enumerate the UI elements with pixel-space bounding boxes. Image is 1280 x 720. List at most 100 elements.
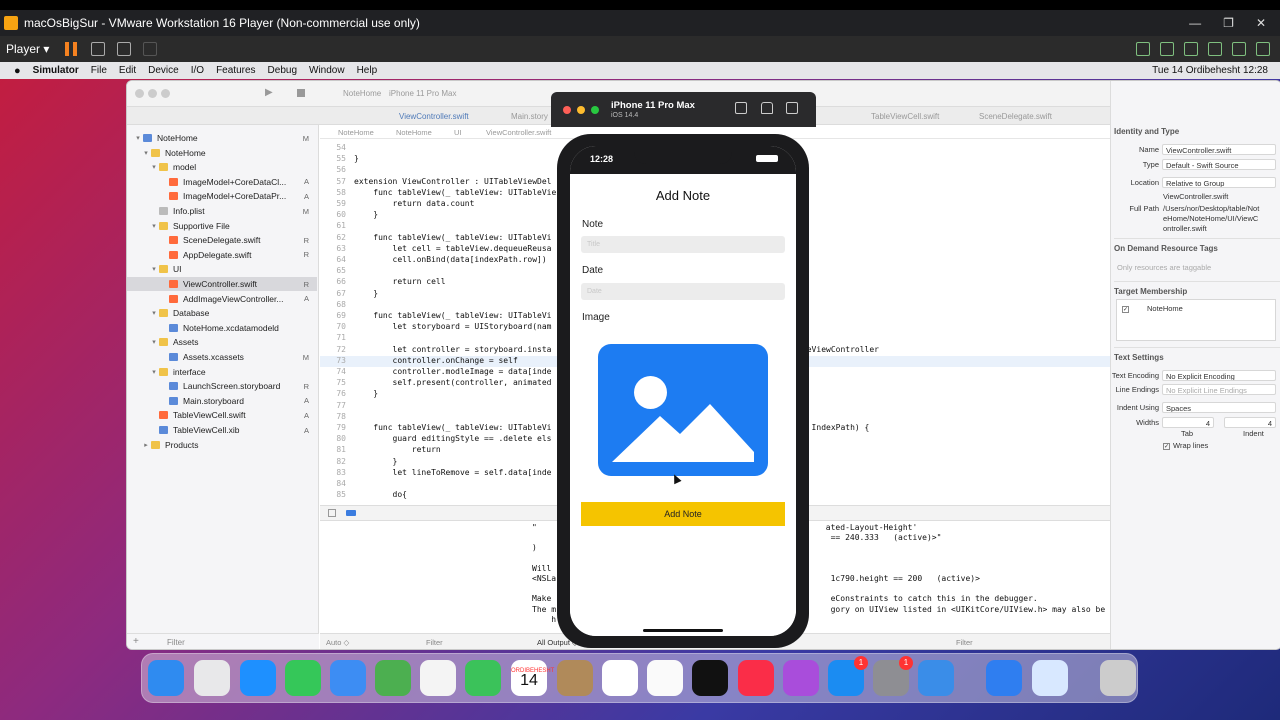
wrap-lines-checkbox[interactable]: ✓ Wrap lines [1163, 441, 1208, 450]
dock-contacts-icon[interactable] [557, 660, 593, 696]
tab-viewcontroller[interactable]: ViewController.swift [399, 112, 469, 121]
sim-zoom-button[interactable] [591, 106, 599, 114]
disclosure-chevron-icon[interactable]: ▾ [149, 338, 159, 346]
add-note-button[interactable]: Add Note [581, 502, 785, 526]
odr-tags-field[interactable]: Only resources are taggable [1117, 263, 1211, 272]
jump-item-group[interactable]: NoteHome [396, 128, 432, 137]
apple-menu-icon[interactable]: ● [14, 65, 21, 77]
navigator-item[interactable]: ImageModel+CoreDataCl... A [127, 175, 317, 189]
dock-facetime-icon[interactable] [465, 660, 501, 696]
navigator-item[interactable]: ▾ Supportive File [127, 219, 317, 233]
screenshot-icon[interactable] [735, 102, 747, 114]
dock-preview-icon[interactable] [1032, 660, 1068, 696]
dock-finder-icon[interactable] [148, 660, 184, 696]
dock-reminders-icon[interactable] [602, 660, 638, 696]
dock-maps-icon[interactable] [375, 660, 411, 696]
breakpoints-icon[interactable] [346, 510, 356, 516]
navigator-item[interactable]: NoteHome.xcdatamodeld [127, 321, 317, 335]
menu-io[interactable]: I/O [191, 65, 204, 76]
navigator-item[interactable]: ▸ Products [127, 438, 317, 452]
sim-close-button[interactable] [563, 106, 571, 114]
device-hdd-icon[interactable] [1136, 42, 1150, 56]
navigator-item[interactable]: ▾ Database [127, 306, 317, 320]
image-placeholder-icon[interactable] [598, 344, 768, 476]
disclosure-chevron-icon[interactable]: ▾ [149, 163, 159, 171]
hide-debug-icon[interactable] [328, 509, 336, 517]
send-ctrl-alt-del-icon[interactable] [91, 42, 106, 56]
indent-using-select[interactable]: Spaces [1162, 402, 1276, 413]
disclosure-chevron-icon[interactable]: ▾ [141, 149, 151, 157]
note-input[interactable]: Title [581, 236, 785, 253]
device-usb-icon[interactable] [1208, 42, 1222, 56]
dock-system-preferences-icon[interactable]: 1 [873, 656, 913, 696]
navigator-item[interactable]: ▾ Assets [127, 335, 317, 349]
window-minimize-button[interactable] [148, 89, 157, 98]
menu-edit[interactable]: Edit [119, 65, 136, 76]
navigator-item[interactable]: ▾ interface [127, 365, 317, 379]
device-cd-icon[interactable] [1160, 42, 1174, 56]
navigator-item[interactable]: ImageModel+CoreDataPr... A [127, 189, 317, 203]
dock-podcasts-icon[interactable] [783, 660, 819, 696]
disclosure-chevron-icon[interactable]: ▾ [149, 368, 159, 376]
pause-icon[interactable] [65, 42, 78, 56]
device-display-icon[interactable] [1256, 42, 1270, 56]
date-input[interactable]: Date [581, 283, 785, 300]
navigator-item[interactable]: Assets.xcassets M [127, 350, 317, 364]
location-select[interactable]: Relative to Group [1162, 177, 1276, 188]
menu-app[interactable]: Simulator [33, 65, 79, 76]
navigator-item[interactable]: ViewController.swift R [127, 277, 317, 291]
dock-apple-tv-icon[interactable] [692, 660, 728, 696]
navigator-item[interactable]: AddImageViewController... A [127, 292, 317, 306]
navigator-item[interactable]: ▾ UI [127, 262, 317, 276]
jump-item-folder[interactable]: UI [454, 128, 462, 137]
window-zoom-button[interactable] [161, 89, 170, 98]
tab-main-storyboard[interactable]: Main.story [511, 112, 548, 121]
scheme-selector[interactable]: NoteHome [343, 89, 381, 98]
disclosure-chevron-icon[interactable]: ▾ [133, 134, 143, 142]
dock-mail-icon[interactable] [330, 660, 366, 696]
sim-minimize-button[interactable] [577, 106, 585, 114]
dock-simulator-icon[interactable] [986, 660, 1022, 696]
text-encoding-select[interactable]: No Explicit Encoding [1162, 370, 1276, 381]
jump-item-file[interactable]: ViewController.swift [486, 128, 551, 137]
variables-filter-input[interactable]: Filter [426, 638, 443, 647]
run-icon[interactable]: ▶ [265, 87, 273, 98]
variables-scope-select[interactable]: Auto ◇ [326, 638, 349, 647]
navigator-item[interactable]: LaunchScreen.storyboard R [127, 379, 317, 393]
add-icon[interactable]: + [133, 636, 139, 647]
target-checkbox[interactable]: ✓ [1122, 304, 1132, 313]
disclosure-chevron-icon[interactable]: ▾ [149, 265, 159, 273]
dock-app-store-icon[interactable]: 1 [828, 656, 868, 696]
rotate-icon[interactable] [786, 102, 798, 114]
jump-item-project[interactable]: NoteHome [338, 128, 374, 137]
dock-photos-icon[interactable] [420, 660, 456, 696]
line-endings-select[interactable]: No Explicit Line Endings [1162, 384, 1276, 395]
stop-icon[interactable] [297, 89, 305, 97]
dock-messages-icon[interactable] [285, 660, 321, 696]
menubar-clock[interactable]: Tue 14 Ordibehesht 12:28 [1152, 65, 1268, 76]
navigator-item[interactable]: Info.plist M [127, 204, 317, 218]
dock-launchpad-icon[interactable] [194, 660, 230, 696]
navigator-item[interactable]: ▾ model [127, 160, 317, 174]
menu-debug[interactable]: Debug [268, 65, 297, 76]
tab-width-stepper[interactable]: 4 [1162, 417, 1214, 428]
device-network-icon[interactable] [1184, 42, 1198, 56]
indent-width-stepper[interactable]: 4 [1224, 417, 1276, 428]
restore-button[interactable]: ❐ [1223, 16, 1234, 30]
disclosure-chevron-icon[interactable]: ▾ [149, 222, 159, 230]
home-icon[interactable] [761, 102, 773, 114]
minimize-button[interactable]: — [1189, 16, 1201, 30]
window-close-button[interactable] [135, 89, 144, 98]
dock-music-icon[interactable] [738, 660, 774, 696]
navigator-item[interactable]: Main.storyboard A [127, 394, 317, 408]
navigator-item[interactable]: SceneDelegate.swift R [127, 233, 317, 247]
disclosure-chevron-icon[interactable]: ▸ [141, 441, 151, 449]
dock-trash-icon[interactable] [1100, 660, 1136, 696]
menu-window[interactable]: Window [309, 65, 345, 76]
destination-selector[interactable]: iPhone 11 Pro Max [389, 89, 456, 98]
device-sound-icon[interactable] [1232, 42, 1246, 56]
navigator-item[interactable]: TableViewCell.swift A [127, 408, 317, 422]
player-menu-button[interactable]: Player ▾ [0, 42, 57, 56]
navigator-item[interactable]: AppDelegate.swift R [127, 248, 317, 262]
menu-device[interactable]: Device [148, 65, 179, 76]
